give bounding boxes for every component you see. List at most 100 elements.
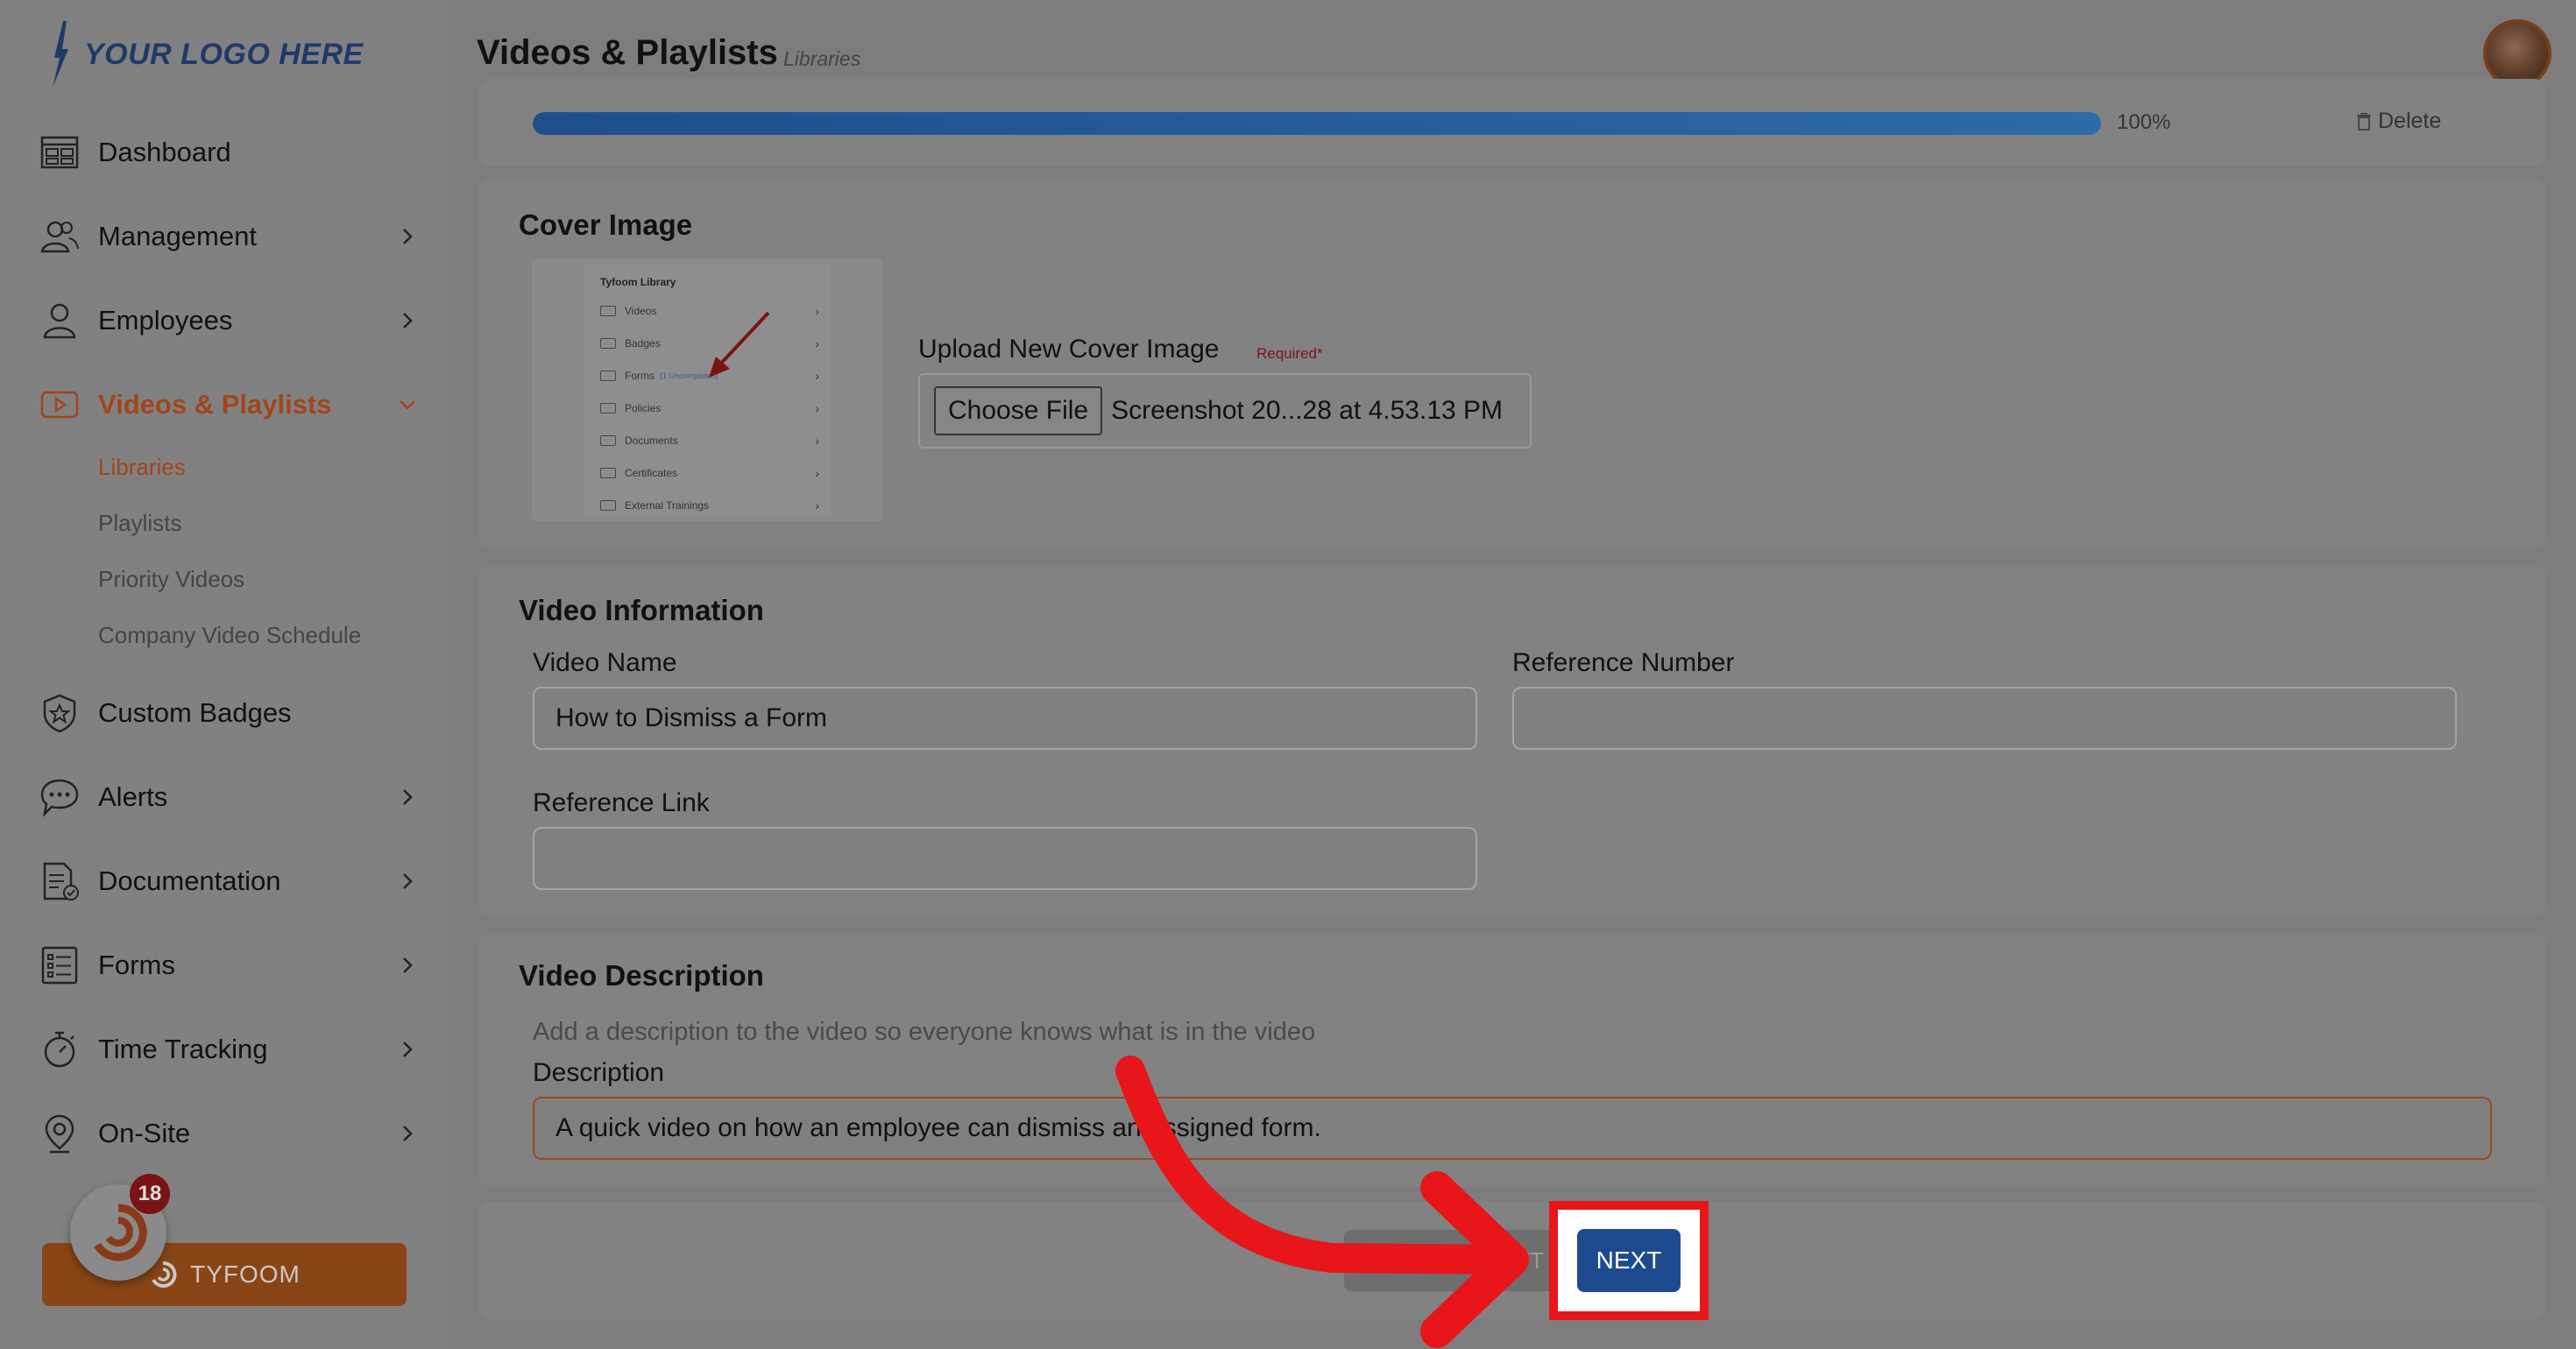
breadcrumb[interactable]: Libraries [783,47,860,71]
video-information-title: Video Information [519,594,764,626]
chevron-right-icon: › [815,434,819,448]
thumbnail-row-label: Certificates [625,467,678,479]
thumbnail-row-label: External Trainings [625,499,710,512]
sidebar-item-label: Time Tracking [98,1034,268,1064]
video-icon [600,306,616,316]
chevron-right-icon: › [815,369,819,383]
certificate-icon [600,468,616,478]
description-input[interactable]: A quick video on how an employee can dis… [533,1097,2492,1160]
employees-icon [39,300,81,342]
chevron-right-icon [398,939,417,992]
documentation-icon [39,860,81,902]
upload-progress-bar [533,112,2101,135]
sidebar-item-time-tracking[interactable]: Time Tracking [39,1023,417,1076]
sidebar: YOUR LOGO HERE Dashboard Management Empl… [0,0,449,1349]
cover-image-thumbnail: Tyfoom Library Videos › Badges › Forms (1 U… [532,258,882,521]
reference-number-input[interactable] [1512,687,2457,750]
video-name-label: Video Name [533,648,677,677]
chevron-right-icon: › [815,336,819,350]
sidebar-subitem-company-video-schedule[interactable]: Company Video Schedule [98,622,361,649]
sidebar-item-label: Dashboard [98,137,231,167]
sidebar-item-videos-playlists[interactable]: Videos & Playlists [39,378,417,431]
sidebar-item-label: Documentation [98,865,281,896]
management-icon [39,215,81,258]
choose-file-button[interactable]: Choose File [934,386,1103,435]
document-icon [600,435,616,446]
thumbnail-row: Documents › [600,432,819,449]
alerts-icon [39,776,81,818]
sidebar-item-custom-badges[interactable]: Custom Badges [39,687,417,739]
sidebar-item-alerts[interactable]: Alerts [39,771,417,823]
cover-image-file-input[interactable]: Choose File Screenshot 20...28 at 4.53.1… [918,373,1532,448]
reference-link-input[interactable] [533,827,1477,890]
thumbnail-arrow-icon [709,311,770,378]
sidebar-item-documentation[interactable]: Documentation [39,855,417,908]
forms-icon [600,371,616,381]
chevron-right-icon: › [815,401,819,415]
reference-link-label: Reference Link [533,788,710,817]
stopwatch-icon [39,1028,81,1070]
thumbnail-title: Tyfoom Library [600,276,676,288]
thumbnail-row-label: Documents [625,434,678,447]
cover-image-title: Cover Image [519,208,693,241]
chevron-right-icon [398,294,417,347]
logo-mark-icon [53,21,68,88]
location-pin-icon [39,1112,81,1155]
thumbnail-row: Policies › [600,399,819,417]
thumbnail-panel: Tyfoom Library Videos › Badges › Forms (1 U… [584,264,830,516]
thumbnail-row: Certificates › [600,464,819,482]
video-name-input[interactable]: How to Dismiss a Form [533,687,1477,750]
trash-icon [2357,112,2371,131]
delete-button[interactable]: Delete [2357,109,2441,134]
sidebar-item-forms[interactable]: Forms [39,939,417,992]
sidebar-item-label: Videos & Playlists [98,389,332,420]
video-description-title: Video Description [519,959,764,992]
description-label: Description [533,1058,665,1087]
logo[interactable]: YOUR LOGO HERE [46,19,364,89]
chevron-down-icon [398,378,417,431]
sidebar-subitem-priority-videos[interactable]: Priority Videos [98,566,244,593]
dashboard-icon [39,131,81,173]
sidebar-item-on-site[interactable]: On-Site [39,1107,417,1160]
next-button[interactable]: NEXT [1577,1229,1681,1292]
sidebar-item-management[interactable]: Management [39,210,417,263]
tyfoom-button-label: TYFOOM [190,1261,301,1288]
badge-icon [39,692,81,734]
chevron-right-icon [398,771,417,823]
thumbnail-row-label: Badges [625,337,661,350]
training-icon [600,500,616,511]
sidebar-item-label: Custom Badges [98,697,292,728]
sidebar-item-label: Alerts [98,781,168,812]
required-label: Required* [1256,345,1323,362]
policy-icon [600,403,616,413]
notification-badge: 18 [130,1174,170,1214]
upload-progress-label: 100% [2117,110,2171,134]
sidebar-item-dashboard[interactable]: Dashboard [39,126,417,179]
upload-cover-label: Upload New Cover Image [918,335,1220,364]
description-help-text: Add a description to the video so everyo… [533,1018,1316,1046]
avatar[interactable] [2483,19,2551,88]
selected-file-name: Screenshot 20...28 at 4.53.13 PM [1111,396,1504,425]
video-icon [39,384,81,426]
page-title: Videos & Playlists [477,33,778,72]
sidebar-item-label: Forms [98,950,175,980]
chevron-right-icon: › [815,498,819,512]
delete-label: Delete [2378,109,2442,133]
thumbnail-row-label: Forms [625,370,655,382]
sidebar-subitem-libraries[interactable]: Libraries [98,454,186,481]
chevron-right-icon: › [815,466,819,480]
sidebar-subitem-playlists[interactable]: Playlists [98,510,181,537]
sidebar-item-employees[interactable]: Employees [39,294,417,347]
sidebar-item-label: On-Site [98,1118,191,1148]
forms-icon [39,944,81,986]
chevron-right-icon [398,1023,417,1076]
thumbnail-row: External Trainings › [600,497,819,514]
sidebar-item-label: Management [98,221,257,251]
chevron-right-icon [398,210,417,263]
logo-text: YOUR LOGO HERE [84,37,364,71]
chevron-right-icon: › [815,304,819,318]
previous-button[interactable]: LEFT [1344,1230,1563,1291]
chevron-right-icon [398,855,417,908]
sidebar-item-label: Employees [98,305,233,335]
reference-number-label: Reference Number [1512,648,1735,677]
